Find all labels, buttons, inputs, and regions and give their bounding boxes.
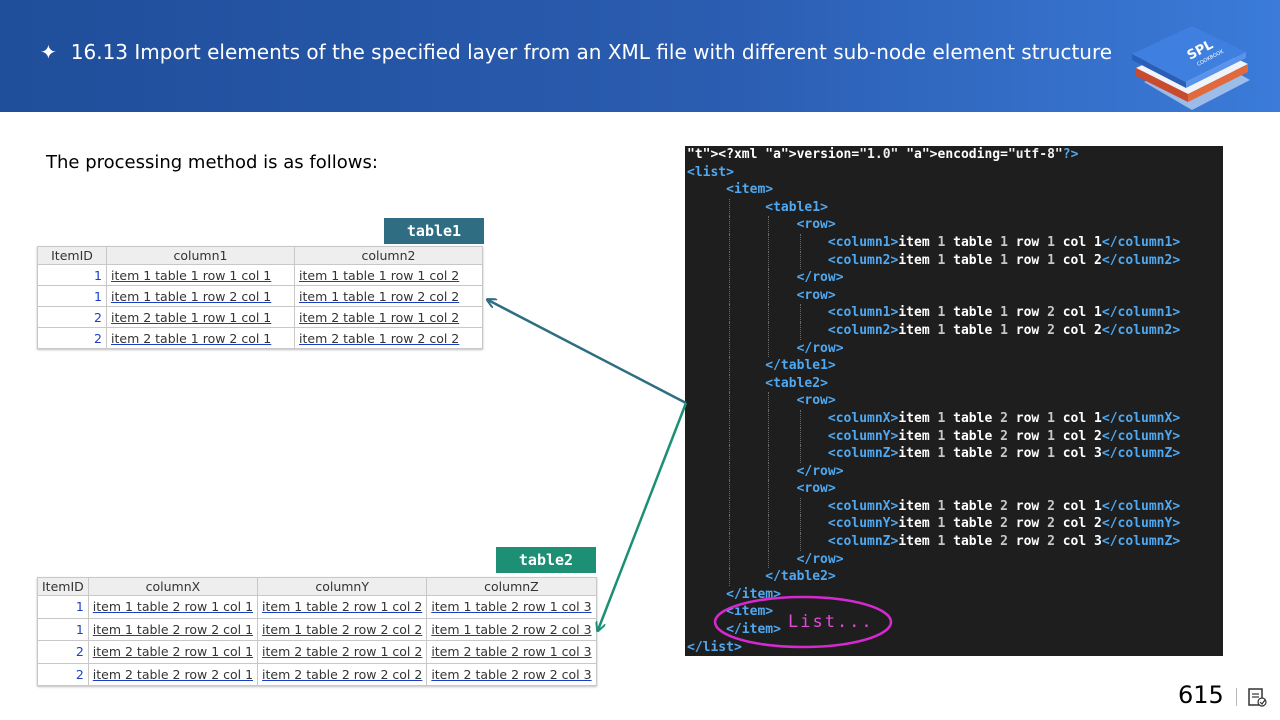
column-header[interactable]: ItemID bbox=[37, 246, 107, 265]
page-number: 615 bbox=[1178, 681, 1224, 709]
xml-line: <columnZ>item 1 table 2 row 1 col 3</col… bbox=[687, 445, 1180, 463]
cell-link[interactable]: item 1 table 2 row 1 col 1 bbox=[87, 595, 259, 619]
cell-link[interactable]: item 2 table 2 row 2 col 3 bbox=[426, 662, 597, 686]
intro-text: The processing method is as follows: bbox=[46, 152, 378, 173]
xml-line: <column1>item 1 table 1 row 2 col 1</col… bbox=[687, 304, 1180, 322]
column-header[interactable]: column1 bbox=[106, 246, 295, 265]
table-row: 1 item 1 table 2 row 2 col 1 item 1 tabl… bbox=[37, 617, 597, 641]
cell-link[interactable]: item 1 table 2 row 2 col 1 bbox=[87, 617, 259, 641]
xml-line: <columnZ>item 1 table 2 row 2 col 3</col… bbox=[687, 533, 1180, 551]
cell-link[interactable]: item 2 table 2 row 2 col 2 bbox=[257, 662, 428, 686]
star-icon: ✦ bbox=[40, 40, 57, 64]
xml-line: <row> bbox=[687, 392, 1180, 410]
table-row: 1 item 1 table 1 row 1 col 1 item 1 tabl… bbox=[37, 264, 483, 286]
itemid-cell: 1 bbox=[37, 617, 89, 641]
cell-link[interactable]: item 1 table 1 row 1 col 2 bbox=[294, 264, 483, 286]
itemid-cell: 1 bbox=[37, 264, 107, 286]
xml-line: <row> bbox=[687, 216, 1180, 234]
cell-link[interactable]: item 2 table 2 row 2 col 1 bbox=[87, 662, 259, 686]
cell-link[interactable]: item 2 table 2 row 1 col 1 bbox=[87, 640, 259, 664]
slide-title-text: 16.13 Import elements of the specified l… bbox=[70, 40, 1113, 64]
xml-line: </item> bbox=[726, 586, 781, 602]
table-header-row: ItemID column1 column2 bbox=[37, 246, 483, 265]
table-row: 2 item 2 table 1 row 1 col 1 item 2 tabl… bbox=[37, 306, 483, 328]
table1-tag: table1 bbox=[384, 218, 484, 244]
arrow-to-table2 bbox=[598, 402, 688, 630]
cell-link[interactable]: item 1 table 2 row 2 col 3 bbox=[426, 617, 597, 641]
xml-line: </item> bbox=[726, 622, 781, 638]
xml-line: <row> bbox=[687, 480, 1180, 498]
slide-header: ✦ 16.13 Import elements of the specified … bbox=[0, 0, 1280, 112]
cell-link[interactable]: item 2 table 1 row 1 col 1 bbox=[106, 306, 295, 328]
cell-link[interactable]: item 2 table 1 row 1 col 2 bbox=[294, 306, 483, 328]
table-header-row: ItemID columnX columnY columnZ bbox=[37, 577, 597, 596]
cell-link[interactable]: item 1 table 2 row 2 col 2 bbox=[257, 617, 428, 641]
table-row: 2 item 2 table 2 row 1 col 1 item 2 tabl… bbox=[37, 640, 597, 664]
cell-link[interactable]: item 1 table 1 row 2 col 1 bbox=[106, 285, 295, 307]
xml-line: </table2> bbox=[687, 568, 1180, 586]
itemid-cell: 1 bbox=[37, 595, 89, 619]
xml-line: <column2>item 1 table 1 row 2 col 2</col… bbox=[687, 321, 1180, 340]
xml-line: </row> bbox=[687, 339, 1180, 358]
spl-cookbook-logo: SPL COOKBOOK bbox=[1132, 26, 1250, 110]
notes-icon[interactable] bbox=[1246, 686, 1268, 708]
cell-link[interactable]: item 1 table 2 row 1 col 3 bbox=[426, 595, 597, 619]
table1-grid: ItemID column1 column2 1 item 1 table 1 … bbox=[37, 246, 483, 349]
table2-tag: table2 bbox=[496, 547, 596, 573]
xml-line: <columnY>item 1 table 2 row 1 col 2</col… bbox=[687, 427, 1180, 446]
column-header[interactable]: columnY bbox=[257, 577, 428, 596]
xml-line: <column2>item 1 table 1 row 1 col 2</col… bbox=[687, 251, 1180, 270]
table-row: 2 item 2 table 2 row 2 col 1 item 2 tabl… bbox=[37, 662, 597, 686]
cell-link[interactable]: item 1 table 2 row 1 col 2 bbox=[257, 595, 428, 619]
table-row: 1 item 1 table 1 row 2 col 1 item 1 tabl… bbox=[37, 285, 483, 307]
xml-line: <table2> bbox=[687, 374, 1180, 393]
xml-line: <columnY>item 1 table 2 row 2 col 2</col… bbox=[687, 515, 1180, 534]
xml-line: <columnX>item 1 table 2 row 2 col 1</col… bbox=[687, 497, 1180, 516]
xml-line: <list> bbox=[687, 164, 734, 180]
xml-line: <item> bbox=[726, 604, 774, 620]
column-header[interactable]: columnZ bbox=[426, 577, 597, 596]
cell-link[interactable]: item 1 table 1 row 2 col 2 bbox=[294, 285, 483, 307]
xml-code: "t"><?xml "a">version="1.0" "a">encoding… bbox=[687, 146, 1180, 656]
xml-line: </row> bbox=[687, 462, 1180, 481]
xml-line: <columnX>item 1 table 2 row 1 col 1</col… bbox=[687, 409, 1180, 428]
column-header[interactable]: columnX bbox=[87, 577, 259, 596]
table2-grid: ItemID columnX columnY columnZ 1 item 1 … bbox=[37, 577, 597, 686]
itemid-cell: 2 bbox=[37, 327, 107, 349]
xml-line: <item> bbox=[726, 182, 774, 198]
table-row: 1 item 1 table 2 row 1 col 1 item 1 tabl… bbox=[37, 595, 597, 619]
itemid-cell: 2 bbox=[37, 640, 89, 664]
xml-line: </list> bbox=[687, 639, 742, 655]
slide-title: ✦ 16.13 Import elements of the specified … bbox=[40, 40, 1112, 64]
list-annotation: List... bbox=[788, 612, 874, 632]
xml-line: </row> bbox=[687, 269, 1180, 287]
xml-code-panel: "t"><?xml "a">version="1.0" "a">encoding… bbox=[685, 146, 1223, 656]
itemid-cell: 2 bbox=[37, 662, 89, 686]
itemid-cell: 1 bbox=[37, 285, 107, 307]
cell-link[interactable]: item 2 table 1 row 2 col 1 bbox=[106, 327, 295, 349]
column-header[interactable]: column2 bbox=[294, 246, 483, 265]
xml-line: <table1> bbox=[687, 198, 1180, 217]
xml-line: <row> bbox=[687, 286, 1180, 305]
cell-link[interactable]: item 2 table 2 row 1 col 3 bbox=[426, 640, 597, 664]
arrow-to-table1 bbox=[488, 300, 687, 405]
cell-link[interactable]: item 1 table 1 row 1 col 1 bbox=[106, 264, 295, 286]
xml-line: </row> bbox=[687, 550, 1180, 569]
column-header[interactable]: ItemID bbox=[37, 577, 89, 596]
footer-divider bbox=[1236, 688, 1237, 706]
cell-link[interactable]: item 2 table 1 row 2 col 2 bbox=[294, 327, 483, 349]
table-row: 2 item 2 table 1 row 2 col 1 item 2 tabl… bbox=[37, 327, 483, 349]
xml-line: <column1>item 1 table 1 row 1 col 1</col… bbox=[687, 233, 1180, 252]
itemid-cell: 2 bbox=[37, 306, 107, 328]
xml-line: "t"><?xml "a">version="1.0" "a">encoding… bbox=[687, 147, 1079, 162]
cell-link[interactable]: item 2 table 2 row 1 col 2 bbox=[257, 640, 428, 664]
xml-line: </table1> bbox=[687, 357, 1180, 375]
